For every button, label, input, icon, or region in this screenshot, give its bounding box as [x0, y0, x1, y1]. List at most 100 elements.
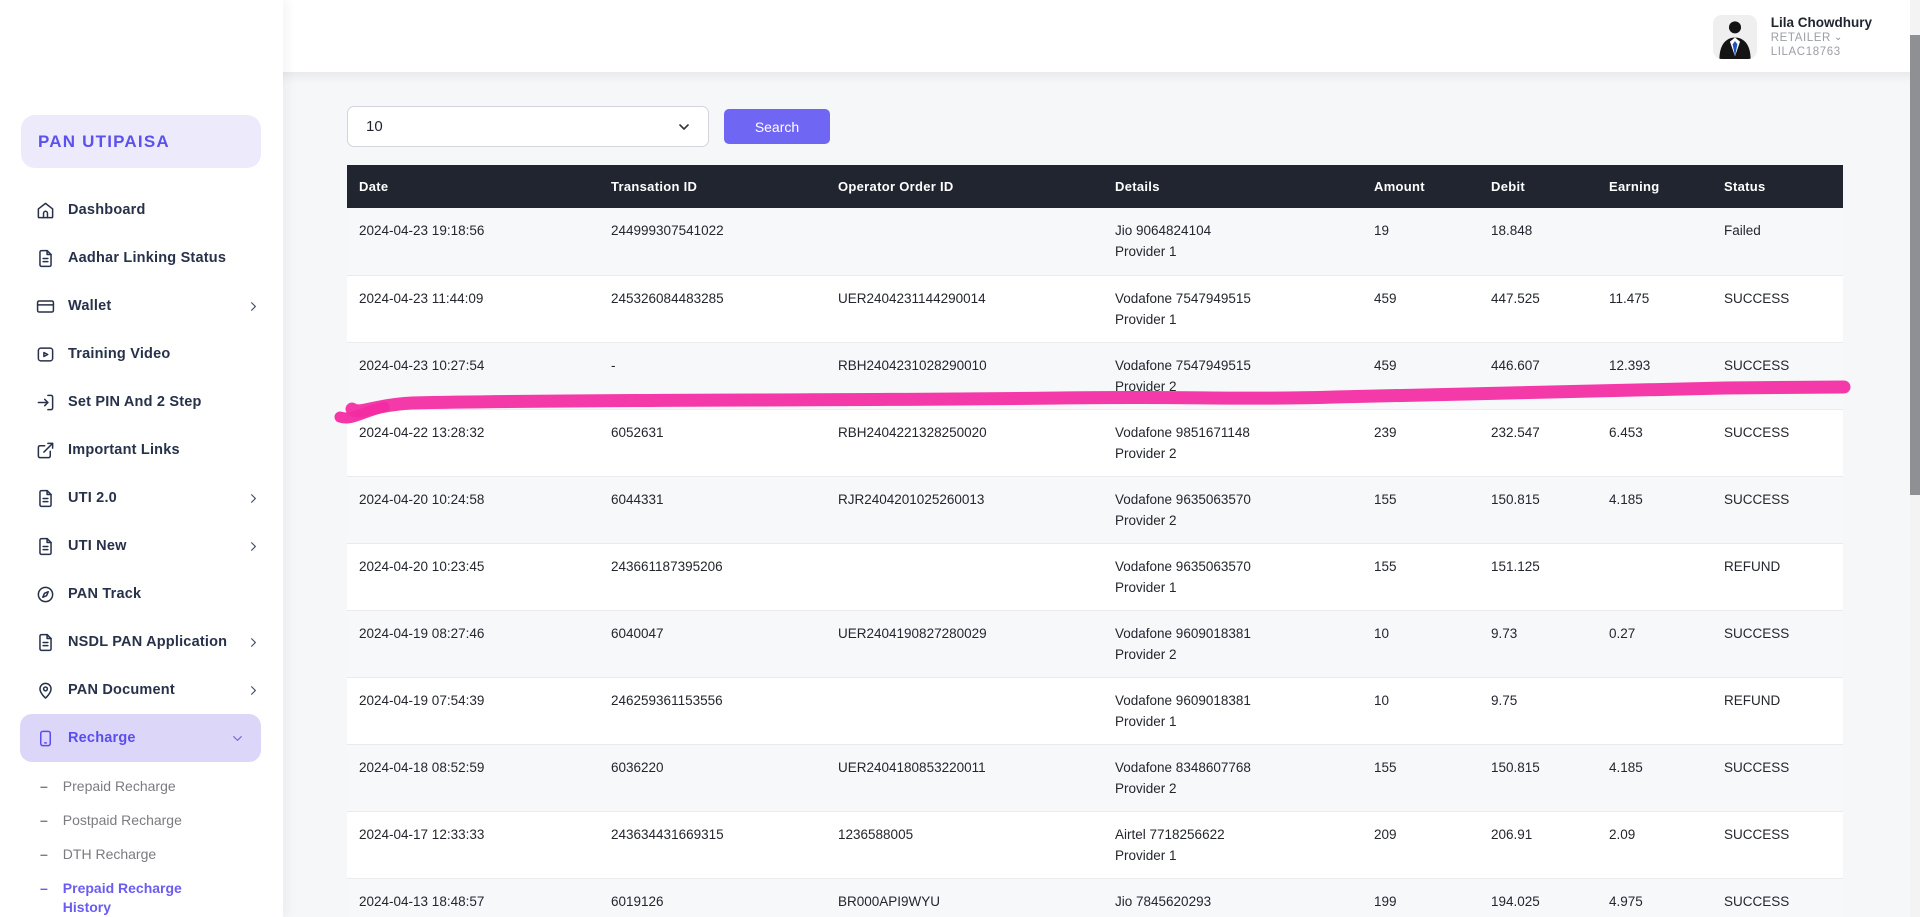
brand-badge[interactable]: PAN UTIPAISA	[21, 115, 261, 168]
smartphone-icon	[39, 730, 52, 746]
amount-cell: 459	[1374, 290, 1397, 306]
earning-cell	[1597, 543, 1712, 610]
table-row: 2024-04-18 08:52:59 6036220 UER24041808532…	[347, 744, 1843, 811]
details-line1: Vodafone 9609018381	[1115, 692, 1251, 708]
search-button[interactable]: Search	[724, 109, 830, 144]
details-cell: Vodafone 9609018381 Provider 1	[1103, 677, 1362, 744]
chevron-down-icon: ⌄	[1833, 32, 1843, 43]
transaction-id-cell: 6044331	[611, 491, 664, 507]
details-cell: Vodafone 7547949515 Provider 1	[1103, 275, 1362, 342]
status-cell: SUCCESS	[1724, 826, 1790, 842]
sidebar-subitem-label: DTH Recharge	[62, 846, 157, 862]
earning-cell: 0.27	[1609, 625, 1636, 641]
user-role[interactable]: RETAILER ⌄	[1771, 31, 1872, 45]
operator-order-id-cell	[826, 208, 1103, 275]
sidebar-item-label: PAN Document	[68, 682, 175, 698]
amount-cell: 19	[1374, 223, 1390, 238]
status-cell: SUCCESS	[1724, 893, 1790, 909]
sidebar-subitem-dth-recharge[interactable]: – DTH Recharge	[40, 845, 230, 864]
table-row: 2024-04-13 18:48:57 6019126 BR000API9WYU Ji…	[347, 878, 1843, 917]
table-body: 2024-04-23 19:18:56 244999307541022 Jio 90…	[347, 208, 1843, 917]
date-cell: 2024-04-18 08:52:59	[359, 759, 485, 775]
sidebar-subitem-postpaid-recharge[interactable]: – Postpaid Recharge	[40, 811, 230, 830]
sidebar-item-set-pin-and-2-step[interactable]: Set PIN And 2 Step	[0, 378, 283, 426]
details-line1: Jio 7845620293	[1115, 893, 1212, 909]
details-line2: Provider 2	[1115, 512, 1177, 528]
user-id: LILAC18763	[1770, 46, 1841, 58]
date-cell: 2024-04-23 10:27:54	[359, 357, 485, 373]
status-cell: SUCCESS	[1724, 290, 1790, 306]
table-row: 2024-04-22 13:28:32 6052631 RBH24042213282…	[347, 409, 1843, 476]
table-row: 2024-04-20 10:23:45 243661187395206 Vodafo…	[347, 543, 1843, 610]
sidebar-item-uti-2-0[interactable]: UTI 2.0	[0, 474, 283, 522]
sidebar-subitem-label: Postpaid Recharge	[62, 812, 182, 828]
transaction-id-cell: 244999307541022	[611, 223, 724, 238]
table-row: 2024-04-23 19:18:56 244999307541022 Jio 90…	[347, 208, 1843, 275]
amount-cell: 155	[1374, 491, 1397, 507]
details-line2: Provider 1	[1115, 579, 1177, 595]
status-cell: Failed	[1724, 223, 1761, 238]
details-line2: Provider 2	[1115, 445, 1177, 461]
details-cell: Vodafone 8348607768 Provider 2	[1103, 744, 1362, 811]
file-text-icon	[39, 249, 52, 267]
user-menu[interactable]: Lila Chowdhury RETAILER ⌄ LILAC18763	[1712, 14, 1872, 59]
amount-cell: 209	[1374, 826, 1397, 842]
details-line2: Provider 1	[1115, 847, 1177, 863]
sidebar-item-important-links[interactable]: Important Links	[0, 426, 283, 474]
transaction-id-cell: 6036220	[611, 759, 664, 775]
table-row: 2024-04-23 11:44:09 245326084483285 UER240…	[347, 275, 1843, 342]
debit-cell: 206.91	[1491, 826, 1533, 842]
transaction-id-cell: 243661187395206	[611, 558, 723, 574]
amount-cell: 10	[1374, 692, 1390, 708]
table-row: 2024-04-19 08:27:46 6040047 UER24041908272…	[347, 610, 1843, 677]
date-cell: 2024-04-20 10:24:58	[359, 491, 485, 507]
sidebar-item-training-video[interactable]: Training Video	[0, 330, 283, 378]
details-line2: Provider 1	[1115, 311, 1177, 327]
sidebar-item-label: UTI New	[68, 538, 127, 554]
date-cell: 2024-04-19 07:54:39	[359, 692, 485, 708]
sidebar-item-label: Training Video	[68, 346, 171, 362]
sidebar-item-label: PAN Track	[68, 586, 142, 602]
status-cell: SUCCESS	[1724, 357, 1790, 373]
operator-order-id-cell: UER2404190827280029	[838, 625, 987, 641]
details-cell: Vodafone 9635063570 Provider 1	[1103, 543, 1362, 610]
column-header-operator-order-id: Operator Order ID	[826, 165, 1103, 208]
details-line1: Vodafone 7547949515	[1115, 357, 1251, 373]
earning-cell: 6.453	[1609, 424, 1643, 440]
sidebar-item-label: Recharge	[68, 730, 136, 746]
transaction-id-cell: 243634431669315	[611, 826, 724, 842]
sidebar-item-dashboard[interactable]: Dashboard	[0, 186, 283, 234]
chevron-right-icon	[251, 637, 256, 647]
sidebar-item-pan-track[interactable]: PAN Track	[0, 570, 283, 618]
dash-bullet: –	[40, 812, 48, 828]
date-cell: 2024-04-19 08:27:46	[359, 625, 485, 641]
sidebar-item-pan-document[interactable]: PAN Document	[0, 666, 283, 714]
amount-cell: 155	[1374, 759, 1397, 775]
sidebar-item-nsdl-pan-application[interactable]: NSDL PAN Application	[0, 618, 283, 666]
status-cell: SUCCESS	[1724, 491, 1790, 507]
operator-order-id-cell: RBH2404231028290010	[838, 357, 987, 373]
scrollbar-thumb[interactable]	[1910, 35, 1920, 495]
sidebar-subitem-prepaid-recharge-history[interactable]: – Prepaid Recharge History	[40, 879, 230, 917]
page-scrollbar	[1910, 0, 1920, 917]
transaction-id-cell: -	[611, 357, 616, 373]
map-pin-icon	[39, 682, 52, 699]
sidebar-item-recharge[interactable]: Recharge	[20, 714, 261, 762]
transaction-id-cell: 6040047	[611, 625, 664, 641]
details-line1: Vodafone 7547949515	[1115, 290, 1251, 306]
operator-order-id-cell	[826, 677, 1103, 744]
column-header-amount: Amount	[1362, 165, 1479, 208]
date-cell: 2024-04-22 13:28:32	[359, 424, 485, 440]
home-icon	[37, 202, 54, 218]
topbar: Lila Chowdhury RETAILER ⌄ LILAC18763	[0, 0, 1920, 72]
date-cell: 2024-04-23 11:44:09	[359, 290, 484, 306]
sidebar-item-wallet[interactable]: Wallet	[0, 282, 283, 330]
sidebar-item-label: Dashboard	[68, 202, 146, 218]
page-size-select[interactable]: 10	[347, 106, 709, 147]
sidebar-item-uti-new[interactable]: UTI New	[0, 522, 283, 570]
amount-cell: 199	[1374, 893, 1397, 909]
earning-cell: 4.185	[1609, 759, 1643, 775]
details-line1: Vodafone 9851671148	[1115, 424, 1250, 440]
sidebar-item-aadhar-linking-status[interactable]: Aadhar Linking Status	[0, 234, 283, 282]
sidebar-subitem-prepaid-recharge[interactable]: – Prepaid Recharge	[40, 777, 230, 796]
